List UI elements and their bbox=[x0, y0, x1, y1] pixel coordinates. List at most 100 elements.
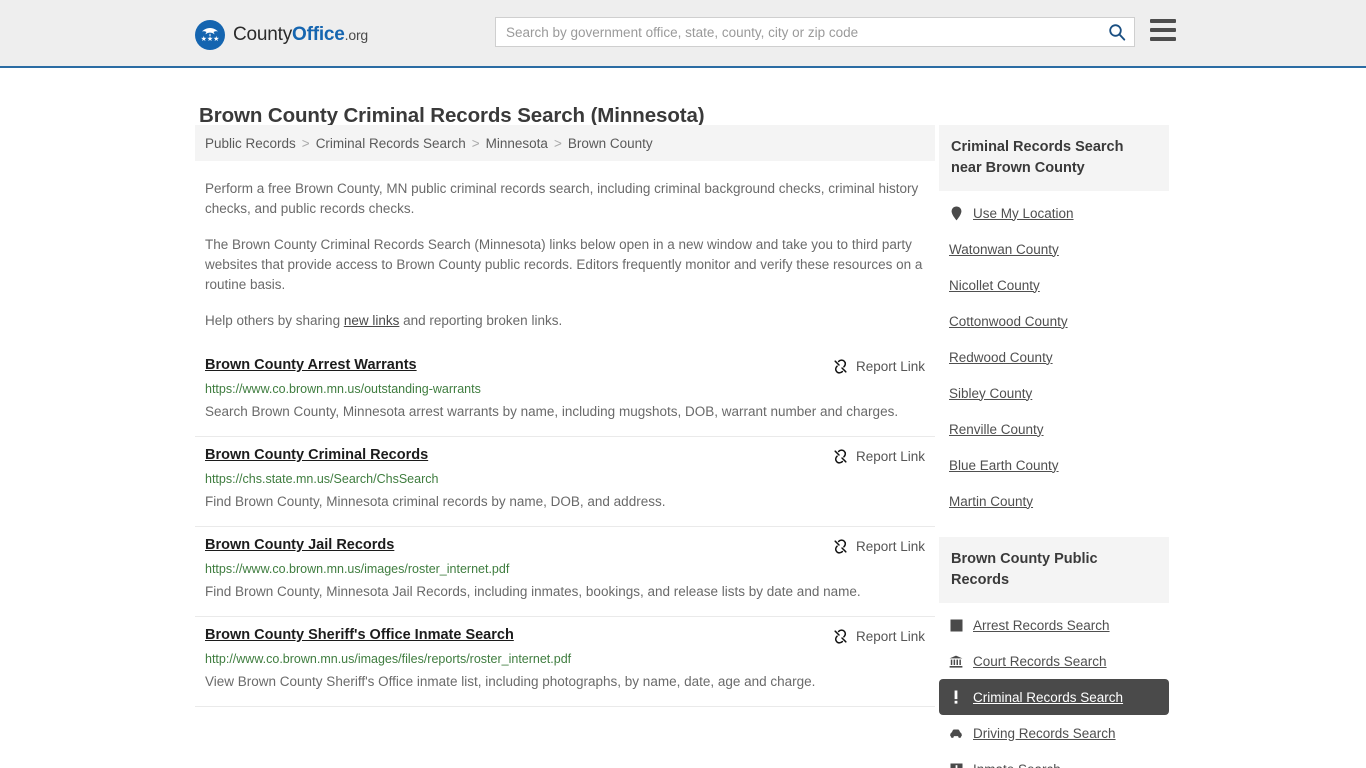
sidebar-public-records-label[interactable]: Court Records Search bbox=[973, 654, 1107, 669]
site-logo[interactable]: ★★★ CountyOffice.org bbox=[195, 20, 368, 50]
broken-link-icon bbox=[834, 449, 847, 464]
report-link-label: Report Link bbox=[855, 449, 925, 464]
sidebar-public-records-label[interactable]: Arrest Records Search bbox=[973, 618, 1110, 633]
sidebar-item-watonwan-county[interactable]: Watonwan County bbox=[939, 231, 1169, 267]
hamburger-bar-3 bbox=[1150, 37, 1176, 41]
sidebar-item-arrest-records-search[interactable]: Arrest Records Search bbox=[939, 607, 1169, 643]
result-header: Brown County Criminal Records Report Lin… bbox=[205, 447, 925, 465]
county-office-seal-icon: ★★★ bbox=[195, 20, 225, 50]
sidebar-item-use-my-location[interactable]: Use My Location bbox=[939, 195, 1169, 231]
report-link-button[interactable]: Report Link bbox=[832, 357, 925, 375]
main-content: Public Records > Criminal Records Search… bbox=[195, 125, 935, 707]
intro-paragraph-1: Perform a free Brown County, MN public c… bbox=[205, 181, 919, 216]
jail-icon bbox=[949, 763, 963, 768]
sidebar-nearby-label[interactable]: Martin County bbox=[949, 494, 1033, 509]
breadcrumb-item-brown-county[interactable]: Brown County bbox=[568, 136, 653, 151]
breadcrumb-item-minnesota[interactable]: Minnesota bbox=[486, 136, 548, 151]
sidebar-nearby-label[interactable]: Renville County bbox=[949, 422, 1044, 437]
report-link-button[interactable]: Report Link bbox=[832, 537, 925, 555]
sidebar-item-criminal-records-search[interactable]: Criminal Records Search bbox=[939, 679, 1169, 715]
sidebar-public-records-label[interactable]: Driving Records Search bbox=[973, 726, 1116, 741]
result-url: https://www.co.brown.mn.us/outstanding-w… bbox=[205, 382, 481, 396]
sidebar-item-inmate-search[interactable]: Inmate Search bbox=[939, 751, 1169, 768]
broken-link-icon bbox=[834, 359, 847, 374]
report-link-label: Report Link bbox=[855, 539, 925, 554]
sidebar-item-renville-county[interactable]: Renville County bbox=[939, 411, 1169, 447]
logo-office: Office bbox=[292, 24, 345, 45]
result-url: http://www.co.brown.mn.us/images/files/r… bbox=[205, 652, 572, 666]
breadcrumb-item-public-records[interactable]: Public Records bbox=[205, 136, 296, 151]
logo-tld: .org bbox=[344, 27, 369, 43]
seal-stars-icon: ★★★ bbox=[200, 36, 220, 43]
sidebar-item-sibley-county[interactable]: Sibley County bbox=[939, 375, 1169, 411]
sidebar-item-cottonwood-county[interactable]: Cottonwood County bbox=[939, 303, 1169, 339]
sidebar-public-records-label[interactable]: Criminal Records Search bbox=[973, 690, 1123, 705]
sidebar-item-driving-records-search[interactable]: Driving Records Search bbox=[939, 715, 1169, 751]
sidebar-public-records-heading: Brown County Public Records bbox=[939, 537, 1169, 603]
sidebar-nearby-label[interactable]: Sibley County bbox=[949, 386, 1032, 401]
sidebar-nearby-label[interactable]: Watonwan County bbox=[949, 242, 1059, 257]
new-links-link[interactable]: new links bbox=[344, 313, 400, 328]
intro-text: Perform a free Brown County, MN public c… bbox=[195, 179, 935, 331]
result-title-link[interactable]: Brown County Criminal Records bbox=[205, 447, 428, 463]
sidebar-public-records-list: Arrest Records Search Court Records Sear… bbox=[939, 603, 1169, 768]
result-item: Brown County Sheriff's Office Inmate Sea… bbox=[195, 617, 935, 707]
result-header: Brown County Arrest Warrants Report Link bbox=[205, 357, 925, 375]
sidebar-nearby-label[interactable]: Redwood County bbox=[949, 350, 1053, 365]
result-url: https://chs.state.mn.us/Search/ChsSearch bbox=[205, 472, 439, 486]
sidebar-item-martin-county[interactable]: Martin County bbox=[939, 483, 1169, 519]
logo-county: County bbox=[233, 24, 293, 45]
sidebar-item-blue-earth-county[interactable]: Blue Earth County bbox=[939, 447, 1169, 483]
report-link-label: Report Link bbox=[855, 359, 925, 374]
report-link-button[interactable]: Report Link bbox=[832, 447, 925, 465]
result-title-link[interactable]: Brown County Sheriff's Office Inmate Sea… bbox=[205, 627, 514, 643]
hamburger-bar-2 bbox=[1150, 28, 1176, 32]
map-pin-icon bbox=[949, 206, 963, 221]
breadcrumb-separator: > bbox=[301, 135, 310, 151]
breadcrumb-separator: > bbox=[553, 135, 562, 151]
logo-wordmark: CountyOffice.org bbox=[233, 24, 368, 46]
sidebar-item-court-records-search[interactable]: Court Records Search bbox=[939, 643, 1169, 679]
result-title-link[interactable]: Brown County Jail Records bbox=[205, 537, 394, 553]
results-list: Brown County Arrest Warrants Report Link… bbox=[195, 347, 935, 707]
result-url: https://www.co.brown.mn.us/images/roster… bbox=[205, 562, 510, 576]
result-title-link[interactable]: Brown County Arrest Warrants bbox=[205, 357, 417, 373]
result-description: Search Brown County, Minnesota arrest wa… bbox=[205, 404, 899, 419]
broken-link-icon bbox=[834, 539, 847, 554]
search-button[interactable] bbox=[1100, 18, 1134, 46]
car-icon bbox=[949, 728, 963, 739]
search-bar[interactable] bbox=[495, 17, 1135, 47]
result-item: Brown County Criminal Records Report Lin… bbox=[195, 437, 935, 527]
search-input[interactable] bbox=[496, 18, 1100, 46]
courthouse-icon bbox=[949, 655, 963, 668]
intro-paragraph-2: The Brown County Criminal Records Search… bbox=[205, 237, 923, 292]
sidebar-nearby-list: Use My Location Watonwan County Nicollet… bbox=[939, 191, 1169, 527]
result-description: Find Brown County, Minnesota Jail Record… bbox=[205, 584, 861, 599]
report-link-button[interactable]: Report Link bbox=[832, 627, 925, 645]
breadcrumb: Public Records > Criminal Records Search… bbox=[195, 125, 935, 161]
sidebar-nearby-label[interactable]: Cottonwood County bbox=[949, 314, 1068, 329]
sidebar-nearby-label[interactable]: Use My Location bbox=[973, 206, 1074, 221]
sidebar-nearby-label[interactable]: Nicollet County bbox=[949, 278, 1040, 293]
sidebar-nearby-label[interactable]: Blue Earth County bbox=[949, 458, 1059, 473]
report-link-label: Report Link bbox=[855, 629, 925, 644]
result-header: Brown County Jail Records Report Link bbox=[205, 537, 925, 555]
result-item: Brown County Arrest Warrants Report Link… bbox=[195, 347, 935, 437]
intro-p3-before: Help others by sharing bbox=[205, 313, 344, 328]
breadcrumb-separator: > bbox=[471, 135, 480, 151]
sidebar-item-redwood-county[interactable]: Redwood County bbox=[939, 339, 1169, 375]
result-header: Brown County Sheriff's Office Inmate Sea… bbox=[205, 627, 925, 645]
sidebar-nearby-heading: Criminal Records Search near Brown Count… bbox=[939, 125, 1169, 191]
sidebar: Criminal Records Search near Brown Count… bbox=[939, 125, 1169, 768]
breadcrumb-item-criminal-records-search[interactable]: Criminal Records Search bbox=[316, 136, 466, 151]
search-icon bbox=[1109, 24, 1126, 41]
result-description: Find Brown County, Minnesota criminal re… bbox=[205, 494, 666, 509]
site-header: ★★★ CountyOffice.org bbox=[0, 0, 1366, 68]
result-item: Brown County Jail Records Report Link ht… bbox=[195, 527, 935, 617]
result-description: View Brown County Sheriff's Office inmat… bbox=[205, 674, 816, 689]
sidebar-public-records-label[interactable]: Inmate Search bbox=[973, 762, 1061, 768]
sidebar-item-nicollet-county[interactable]: Nicollet County bbox=[939, 267, 1169, 303]
intro-p3-after: and reporting broken links. bbox=[399, 313, 563, 328]
fingerprint-icon bbox=[949, 619, 963, 632]
hamburger-menu-icon[interactable] bbox=[1150, 19, 1176, 41]
